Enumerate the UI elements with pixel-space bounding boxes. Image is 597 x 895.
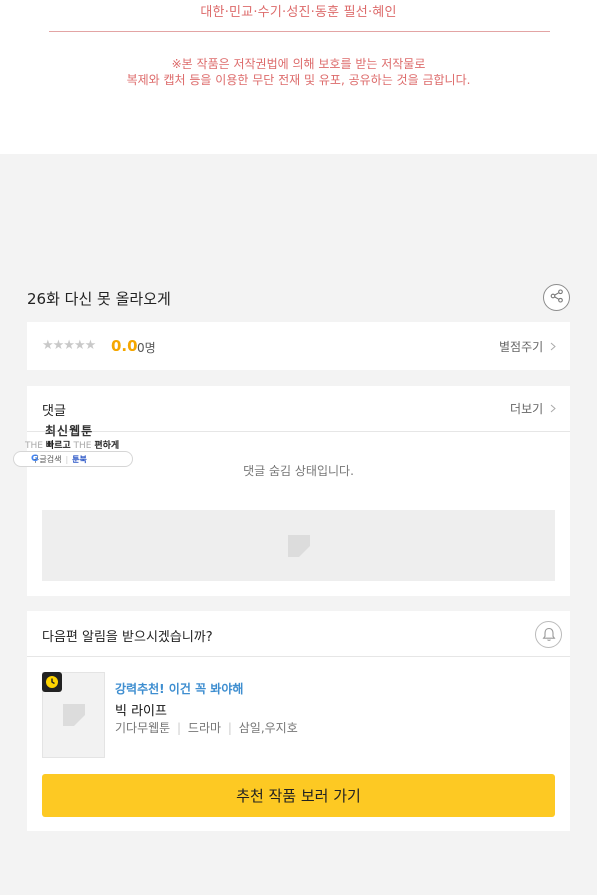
ad-placeholder[interactable] (42, 510, 555, 581)
rating-stars: ★★★★★ (42, 338, 96, 353)
image-placeholder-icon (287, 534, 310, 557)
banner-easy: 편하게 (94, 441, 120, 451)
meta-separator: | (227, 721, 232, 735)
pill-separator: | (65, 454, 69, 464)
rate-link-label: 별점주기 (499, 340, 544, 354)
copyright-line-2: 복제와 캡처 등을 이용한 무단 전재 및 유포, 공유하는 것을 금합니다. (126, 73, 471, 87)
rating-score: 0.0 (111, 337, 138, 355)
copyright-line-1: ※본 작품은 저작권법에 의해 보호를 받는 저작물로 (171, 57, 426, 71)
recommendation-tag: 강력추천! 이건 꼭 봐야해 (115, 682, 244, 696)
meta-separator: | (177, 721, 182, 735)
rate-button[interactable]: 별점주기 (499, 338, 556, 355)
chevron-right-icon (550, 342, 556, 351)
meta-platform: 기다무웹툰 (115, 721, 171, 735)
comments-heading: 댓글 (42, 404, 66, 419)
rating-count: 0명 (137, 341, 156, 355)
alarm-card: 다음편 알림을 받으시겠습니까? 강력추천! 이건 꼭 봐야해 빅 라이프 기다… (27, 611, 570, 831)
credits-area: 대한·민교·수기·성진·동훈 필선·혜인 ※본 작품은 저작권법에 의해 보호를… (0, 0, 597, 154)
credits-line: 대한·민교·수기·성진·동훈 필선·혜인 (200, 5, 397, 20)
image-placeholder-icon (62, 704, 85, 726)
overlay-banner[interactable]: 최신웹툰 THE 빠르고 THE 편하게 G 구글검색 | 툰북 (13, 420, 135, 470)
recommendation-title[interactable]: 빅 라이프 (115, 700, 167, 719)
alarm-divider (27, 656, 570, 657)
banner-the-1: THE (25, 441, 43, 451)
toonbook-label: 툰북 (72, 454, 87, 464)
alarm-bell-button[interactable] (535, 621, 562, 648)
recommendation-cta-button[interactable]: 추천 작품 보러 가기 (42, 774, 555, 817)
chevron-right-icon (550, 404, 556, 413)
comments-more-button[interactable]: 더보기 (510, 400, 556, 417)
bell-icon (542, 627, 555, 641)
banner-the-2: THE (73, 441, 92, 451)
meta-authors: 삼일,우지호 (238, 721, 298, 735)
banner-fast: 빠르고 (45, 441, 71, 451)
recommendation-meta: 기다무웹툰 | 드라마 | 삼일,우지호 (115, 719, 298, 736)
share-icon (550, 288, 564, 307)
episode-title: 26화 다신 못 올라오게 (27, 290, 171, 308)
rating-card: ★★★★★ 0.0 0명 별점주기 (27, 322, 570, 370)
banner-subtitle: THE 빠르고 THE 편하게 (25, 438, 119, 451)
alarm-question: 다음편 알림을 받으시겠습니까? (42, 630, 213, 645)
wait-free-badge (42, 672, 62, 692)
share-button[interactable] (543, 284, 570, 311)
banner-search-pill[interactable]: G 구글검색 | 툰북 (13, 451, 133, 467)
google-icon: G (31, 454, 39, 464)
comments-card: 댓글 더보기 댓글 숨김 상태입니다. (27, 386, 570, 596)
meta-genre: 드라마 (187, 721, 222, 735)
banner-title: 최신웹툰 (45, 424, 94, 438)
credits-divider (49, 31, 550, 32)
more-link-label: 더보기 (510, 402, 544, 416)
clock-icon (46, 676, 58, 688)
copyright-notice: ※본 작품은 저작권법에 의해 보호를 받는 저작물로 복제와 캡처 등을 이용… (0, 56, 597, 88)
